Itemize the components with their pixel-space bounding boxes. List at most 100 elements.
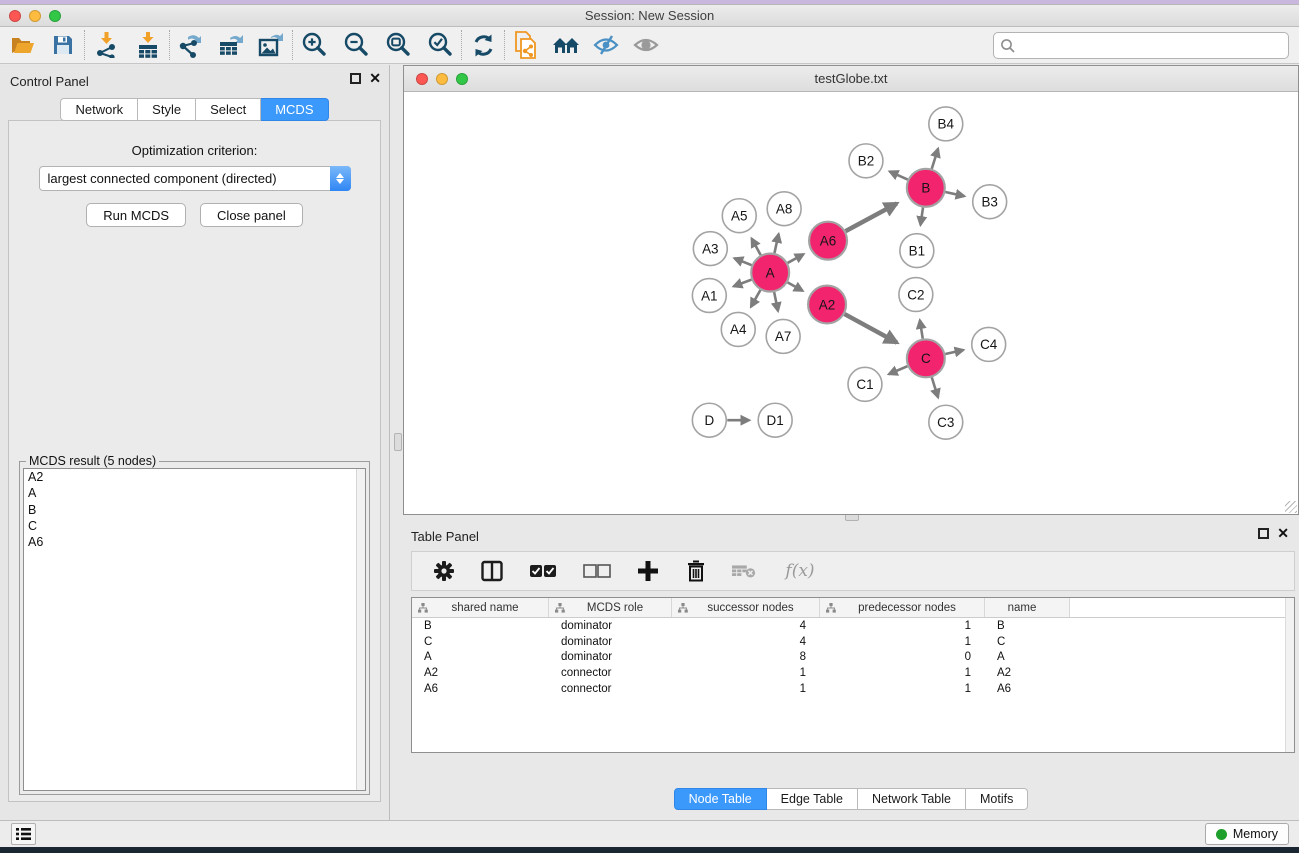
zoom-in-button[interactable] [299, 30, 329, 60]
open-session-button[interactable] [8, 30, 38, 60]
node-table[interactable]: shared nameMCDS rolesuccessor nodesprede… [411, 597, 1295, 753]
edge-A6-B[interactable] [846, 203, 897, 231]
cell-shared-name[interactable]: C [412, 636, 549, 648]
edge-C-C2[interactable] [920, 320, 923, 339]
node-D[interactable]: D [692, 403, 726, 437]
edge-C-C4[interactable] [945, 350, 963, 354]
edge-A-A1[interactable] [734, 280, 752, 287]
show-all-columns-button[interactable] [528, 556, 558, 586]
toggle-table-layout-button[interactable] [480, 556, 504, 586]
node-A7[interactable]: A7 [766, 319, 800, 353]
cell-successor-nodes[interactable]: 1 [672, 683, 820, 695]
delete-column-button[interactable] [684, 556, 708, 586]
node-C1[interactable]: C1 [848, 367, 882, 401]
node-C2[interactable]: C2 [899, 278, 933, 312]
edge-A-A2[interactable] [788, 282, 803, 290]
criterion-select[interactable]: largest connected component (directed) [39, 166, 351, 191]
node-A8[interactable]: A8 [767, 192, 801, 226]
edge-B-B2[interactable] [890, 171, 908, 179]
tab-edge-table[interactable]: Edge Table [767, 788, 858, 810]
edge-A2-C[interactable] [845, 314, 897, 343]
result-list-item[interactable]: A2 [24, 469, 365, 485]
export-image-button[interactable] [256, 30, 286, 60]
refresh-view-button[interactable] [468, 30, 498, 60]
cell-name[interactable]: A6 [985, 683, 1070, 695]
table-settings-button[interactable] [432, 556, 456, 586]
cell-name[interactable]: A [985, 651, 1070, 663]
node-A[interactable]: A [751, 254, 789, 292]
cell-shared-name[interactable]: A [412, 651, 549, 663]
cell-predecessor-nodes[interactable]: 0 [820, 651, 985, 663]
close-panel-button[interactable]: Close panel [200, 203, 303, 227]
tab-node-table[interactable]: Node Table [674, 788, 767, 810]
table-scrollbar[interactable] [1285, 598, 1294, 752]
tab-select[interactable]: Select [196, 98, 261, 121]
export-table-button[interactable] [216, 30, 246, 60]
result-list-item[interactable]: A [24, 485, 365, 501]
hide-all-columns-button[interactable] [582, 556, 612, 586]
edge-C-C3[interactable] [932, 377, 938, 397]
result-list-item[interactable]: C [24, 518, 365, 534]
edge-A-A7[interactable] [774, 292, 778, 311]
edge-B-B3[interactable] [945, 192, 964, 196]
cell-shared-name[interactable]: B [412, 620, 549, 632]
column-header-shared-name[interactable]: shared name [412, 598, 549, 617]
tab-motifs[interactable]: Motifs [966, 788, 1028, 810]
import-network-button[interactable] [91, 30, 121, 60]
cell-name[interactable]: B [985, 620, 1070, 632]
cell-MCDS-role[interactable]: connector [549, 683, 672, 695]
float-table-panel-icon[interactable] [1258, 528, 1269, 539]
node-A3[interactable]: A3 [693, 232, 727, 266]
panel-splitter-handle[interactable] [394, 433, 402, 451]
network-canvas[interactable]: B4B2BB3A8A5A6A3B1AC2A1A2A4A7C4CC1DD1C3 [405, 93, 1297, 513]
show-graphics-details-button[interactable] [631, 30, 661, 60]
zoom-selected-button[interactable] [425, 30, 455, 60]
zoom-fit-button[interactable] [383, 30, 413, 60]
network-graph[interactable]: B4B2BB3A8A5A6A3B1AC2A1A2A4A7C4CC1DD1C3 [405, 93, 1297, 513]
new-network-from-selection-button[interactable] [511, 30, 541, 60]
node-B4[interactable]: B4 [929, 107, 963, 141]
node-A6[interactable]: A6 [809, 222, 847, 260]
column-header-name[interactable]: name [985, 598, 1070, 617]
result-list-scrollbar[interactable] [356, 469, 365, 790]
table-row[interactable]: A6connector11A6 [412, 681, 1294, 697]
close-table-panel-icon[interactable]: ✕ [1277, 528, 1289, 539]
node-A2[interactable]: A2 [808, 286, 846, 324]
cell-successor-nodes[interactable]: 4 [672, 636, 820, 648]
edge-C-C1[interactable] [889, 366, 908, 374]
tab-network[interactable]: Network [60, 98, 138, 121]
tab-mcds[interactable]: MCDS [261, 98, 328, 121]
float-panel-icon[interactable] [350, 73, 361, 84]
tab-network-table[interactable]: Network Table [858, 788, 966, 810]
cell-predecessor-nodes[interactable]: 1 [820, 683, 985, 695]
function-builder-button[interactable]: f(x) [780, 556, 820, 586]
node-C4[interactable]: C4 [972, 327, 1006, 361]
save-session-button[interactable] [48, 30, 78, 60]
edge-A-A6[interactable] [788, 254, 804, 263]
cell-successor-nodes[interactable]: 4 [672, 620, 820, 632]
cell-predecessor-nodes[interactable]: 1 [820, 636, 985, 648]
memory-button[interactable]: Memory [1205, 823, 1289, 845]
node-B1[interactable]: B1 [900, 234, 934, 268]
search-input[interactable] [1016, 36, 1288, 56]
edge-A-A5[interactable] [752, 238, 761, 255]
edge-A-A8[interactable] [774, 234, 778, 253]
cell-successor-nodes[interactable]: 1 [672, 667, 820, 679]
node-D1[interactable]: D1 [758, 403, 792, 437]
cell-MCDS-role[interactable]: dominator [549, 620, 672, 632]
node-C3[interactable]: C3 [929, 405, 963, 439]
zoom-out-button[interactable] [341, 30, 371, 60]
node-C[interactable]: C [907, 339, 945, 377]
import-table-button[interactable] [133, 30, 163, 60]
column-header-predecessor-nodes[interactable]: predecessor nodes [820, 598, 985, 617]
table-row[interactable]: Adominator80A [412, 650, 1294, 666]
table-row[interactable]: Bdominator41B [412, 618, 1294, 634]
cell-predecessor-nodes[interactable]: 1 [820, 620, 985, 632]
edge-B-B1[interactable] [921, 208, 923, 225]
edge-B-B4[interactable] [932, 149, 938, 169]
home-button[interactable] [551, 30, 581, 60]
edge-A-A3[interactable] [734, 258, 751, 265]
create-column-button[interactable] [636, 556, 660, 586]
tab-style[interactable]: Style [138, 98, 196, 121]
node-B2[interactable]: B2 [849, 144, 883, 178]
